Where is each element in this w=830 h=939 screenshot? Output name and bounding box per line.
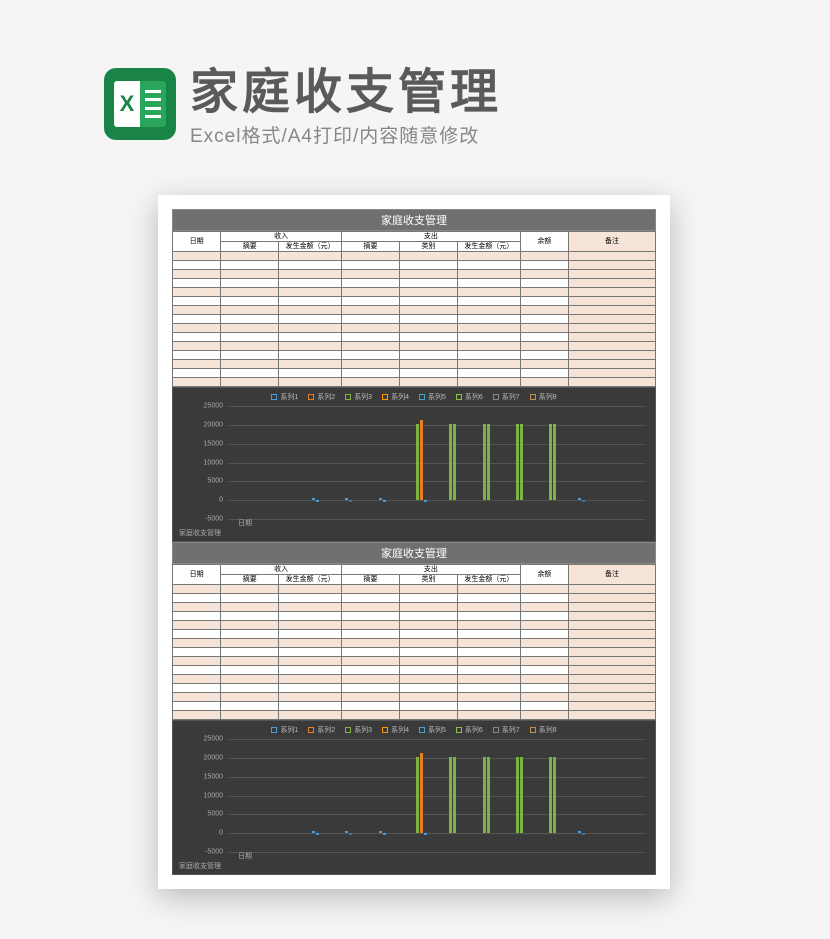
col-income-group: 收入 xyxy=(221,565,342,575)
legend-item: 系列3 xyxy=(345,725,372,735)
budget-table: 日期 收入 支出 余额 备注 摘要 发生金额（元） 摘要 类别 发生金额（元） xyxy=(172,564,656,720)
page-subtitle: Excel格式/A4打印/内容随意修改 xyxy=(190,121,502,148)
table-row xyxy=(173,693,656,702)
chart-area: 系列1 系列2 系列3 系列4 系列5 系列6 系列7 系列8 -50000500010000… xyxy=(172,720,656,875)
table-row xyxy=(173,684,656,693)
chart-xtick: 日期 xyxy=(238,518,252,528)
col-date: 日期 xyxy=(173,232,221,252)
legend-item: 系列4 xyxy=(382,392,409,402)
excel-icon-letter: X xyxy=(114,81,140,127)
legend-item: 系列3 xyxy=(345,392,372,402)
table-row xyxy=(173,324,656,333)
legend-item: 系列1 xyxy=(271,392,298,402)
table-row xyxy=(173,621,656,630)
col-expense-desc: 摘要 xyxy=(342,242,400,252)
col-expense-desc: 摘要 xyxy=(342,575,400,585)
sheet-block: 家庭收支管理 日期 收入 支出 余额 备注 摘要 发生金额（元） 摘要 类别 发… xyxy=(172,542,656,875)
table-row xyxy=(173,630,656,639)
legend-item: 系列5 xyxy=(419,725,446,735)
table-row xyxy=(173,351,656,360)
excel-icon: X xyxy=(104,68,176,140)
table-row xyxy=(173,342,656,351)
table-row xyxy=(173,315,656,324)
table-row xyxy=(173,252,656,261)
table-row xyxy=(173,270,656,279)
col-expense-group: 支出 xyxy=(342,232,521,242)
document-preview: 家庭收支管理 日期 收入 支出 余额 备注 摘要 发生金额（元） 摘要 类别 发… xyxy=(158,195,670,889)
sheet-title: 家庭收支管理 xyxy=(172,542,656,564)
chart-xlabel: 家庭收支管理 xyxy=(179,530,221,538)
legend-item: 系列7 xyxy=(493,392,520,402)
table-row xyxy=(173,585,656,594)
chart-xtick: 日期 xyxy=(238,851,252,861)
table-row xyxy=(173,333,656,342)
table-row xyxy=(173,612,656,621)
table-row xyxy=(173,702,656,711)
table-row xyxy=(173,639,656,648)
table-row xyxy=(173,675,656,684)
table-row xyxy=(173,306,656,315)
col-expense-cat: 类别 xyxy=(399,575,457,585)
legend-item: 系列7 xyxy=(493,725,520,735)
col-income-desc: 摘要 xyxy=(221,575,279,585)
table-row xyxy=(173,603,656,612)
col-expense-cat: 类别 xyxy=(399,242,457,252)
table-row xyxy=(173,261,656,270)
table-row xyxy=(173,288,656,297)
col-expense-amt: 发生金额（元） xyxy=(457,242,520,252)
budget-table: 日期 收入 支出 余额 备注 摘要 发生金额（元） 摘要 类别 发生金额（元） xyxy=(172,231,656,387)
table-row xyxy=(173,648,656,657)
table-row xyxy=(173,279,656,288)
table-row xyxy=(173,711,656,720)
table-row xyxy=(173,594,656,603)
legend-item: 系列4 xyxy=(382,725,409,735)
table-row xyxy=(173,360,656,369)
table-row xyxy=(173,369,656,378)
sheet-block: 家庭收支管理 日期 收入 支出 余额 备注 摘要 发生金额（元） 摘要 类别 发… xyxy=(172,209,656,542)
chart-area: 系列1 系列2 系列3 系列4 系列5 系列6 系列7 系列8 -50000500010000… xyxy=(172,387,656,542)
excel-icon-bars xyxy=(140,81,166,127)
page-header: X 家庭收支管理 Excel格式/A4打印/内容随意修改 xyxy=(104,68,502,148)
col-income-group: 收入 xyxy=(221,232,342,242)
legend-item: 系列2 xyxy=(308,725,335,735)
chart-plot: -50000500010000150002000025000 xyxy=(229,739,645,852)
legend-item: 系列6 xyxy=(456,725,483,735)
col-expense-amt: 发生金额（元） xyxy=(457,575,520,585)
chart-legend: 系列1 系列2 系列3 系列4 系列5 系列6 系列7 系列8 xyxy=(173,721,655,737)
col-income-amt: 发生金额（元） xyxy=(279,242,342,252)
chart-xlabel: 家庭收支管理 xyxy=(179,863,221,871)
col-expense-group: 支出 xyxy=(342,565,521,575)
col-note: 备注 xyxy=(569,232,656,252)
legend-item: 系列2 xyxy=(308,392,335,402)
chart-legend: 系列1 系列2 系列3 系列4 系列5 系列6 系列7 系列8 xyxy=(173,388,655,404)
sheet-title: 家庭收支管理 xyxy=(172,209,656,231)
col-date: 日期 xyxy=(173,565,221,585)
legend-item: 系列8 xyxy=(530,392,557,402)
table-row xyxy=(173,666,656,675)
table-row xyxy=(173,378,656,387)
col-income-desc: 摘要 xyxy=(221,242,279,252)
table-row xyxy=(173,657,656,666)
col-note: 备注 xyxy=(569,565,656,585)
col-balance: 余额 xyxy=(520,232,568,252)
legend-item: 系列5 xyxy=(419,392,446,402)
legend-item: 系列1 xyxy=(271,725,298,735)
legend-item: 系列8 xyxy=(530,725,557,735)
page-title: 家庭收支管理 xyxy=(190,68,502,118)
col-income-amt: 发生金额（元） xyxy=(279,575,342,585)
col-balance: 余额 xyxy=(520,565,568,585)
table-row xyxy=(173,297,656,306)
chart-plot: -50000500010000150002000025000 xyxy=(229,406,645,519)
legend-item: 系列6 xyxy=(456,392,483,402)
